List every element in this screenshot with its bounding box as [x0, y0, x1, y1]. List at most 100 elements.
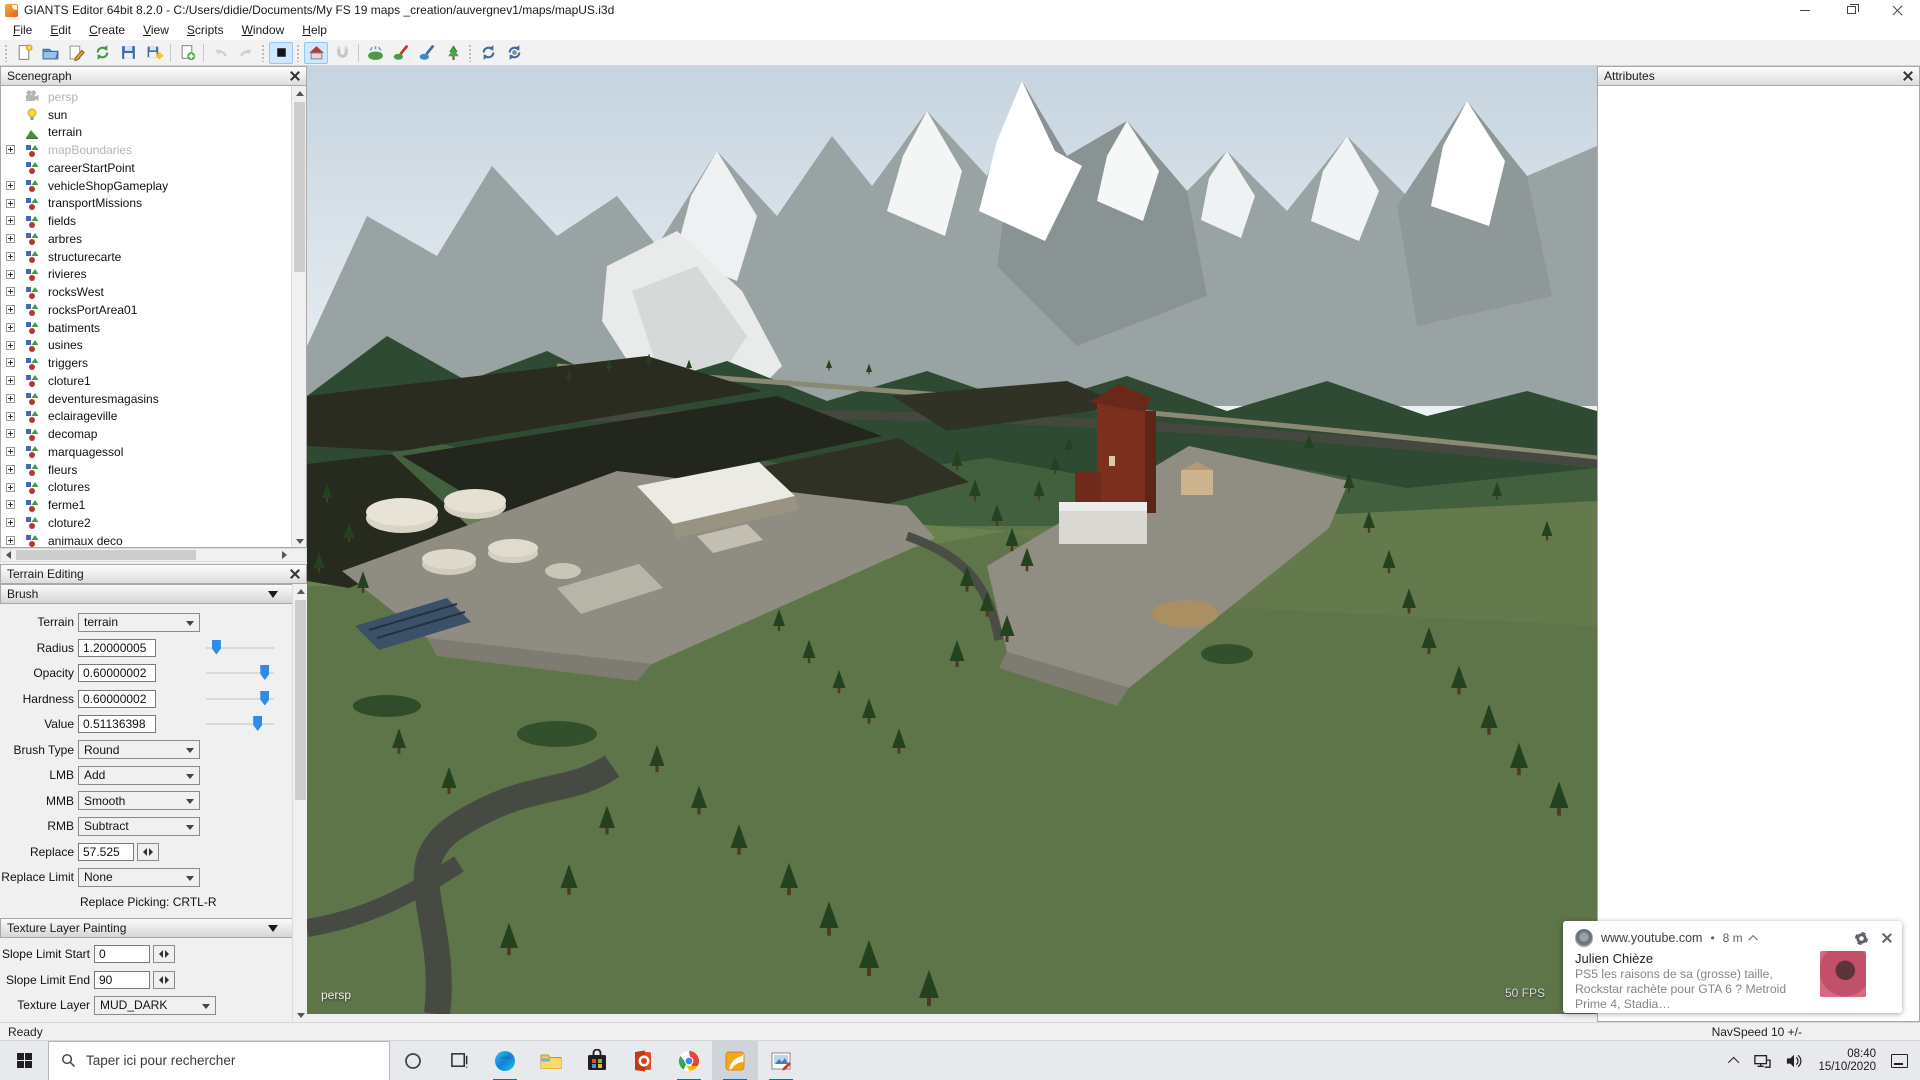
chrome-notification[interactable]: www.youtube.com • 8 m Julien Chièze PS5 … [1563, 921, 1902, 1013]
scenegraph-close-icon[interactable] [290, 71, 300, 81]
expand-icon[interactable] [6, 181, 15, 190]
viewport-3d[interactable]: persp 50 FPS [307, 66, 1597, 1014]
save-button[interactable] [116, 42, 140, 64]
taskbar-app-chrome[interactable] [666, 1041, 712, 1080]
menu-view[interactable]: View [134, 21, 178, 39]
tree-item-persp[interactable]: persp [1, 88, 291, 106]
tree-item-marquagessol[interactable]: marquagessol [1, 443, 291, 461]
tree-item-vehicleShopGameplay[interactable]: vehicleShopGameplay [1, 177, 291, 195]
magnet-tool-button[interactable] [330, 42, 354, 64]
terrain-select[interactable]: terrain [78, 613, 200, 632]
expand-icon[interactable] [6, 376, 15, 385]
slope-limit-end-input[interactable]: 90 [94, 971, 150, 989]
replace-limit-select[interactable]: None [78, 868, 200, 887]
expand-icon[interactable] [6, 199, 15, 208]
tree-item-transportMissions[interactable]: transportMissions [1, 195, 291, 213]
tree-item-careerStartPoint[interactable]: careerStartPoint [1, 159, 291, 177]
expand-icon[interactable] [6, 252, 15, 261]
hardness-input[interactable]: 0.60000002 [78, 690, 156, 708]
taskbar-search[interactable]: Taper ici pour rechercher [48, 1041, 390, 1080]
expand-icon[interactable] [6, 341, 15, 350]
expand-icon[interactable] [6, 305, 15, 314]
script-editor-button[interactable] [64, 42, 88, 64]
new-file-button[interactable] [12, 42, 36, 64]
taskbar-app-store[interactable] [574, 1041, 620, 1080]
redo-button[interactable] [234, 42, 258, 64]
chevron-up-icon[interactable] [1748, 934, 1758, 944]
tree-item-usines[interactable]: usines [1, 337, 291, 355]
scenegraph-hscrollbar[interactable] [0, 548, 307, 562]
texture-layer-select[interactable]: MUD_DARK [94, 996, 216, 1015]
taskbar-app-explorer[interactable] [528, 1041, 574, 1080]
undo-button[interactable] [208, 42, 232, 64]
tree-item-fleurs[interactable]: fleurs [1, 461, 291, 479]
expand-icon[interactable] [6, 429, 15, 438]
menu-create[interactable]: Create [80, 21, 134, 39]
menu-edit[interactable]: Edit [41, 21, 80, 39]
replace-input[interactable]: 57.525 [78, 843, 134, 861]
slope-limit-start-input[interactable]: 0 [94, 945, 150, 963]
tree-item-ferme1[interactable]: ferme1 [1, 496, 291, 514]
spinner-control[interactable] [153, 971, 175, 989]
expand-icon[interactable] [6, 323, 15, 332]
expand-icon[interactable] [6, 518, 15, 527]
tray-chevron-button[interactable] [1724, 1041, 1746, 1080]
taskbar-app-giants-editor[interactable] [712, 1041, 758, 1080]
value-slider[interactable] [206, 715, 274, 733]
value-input[interactable]: 0.51136398 [78, 715, 156, 733]
texture-layer-painting-header[interactable]: Texture Layer Painting [0, 918, 307, 938]
tree-item-cloture2[interactable]: cloture2 [1, 514, 291, 532]
expand-icon[interactable] [6, 270, 15, 279]
lmb-select[interactable]: Add [78, 766, 200, 785]
tree-item-cloture1[interactable]: cloture1 [1, 372, 291, 390]
tree-item-rocksWest[interactable]: rocksWest [1, 283, 291, 301]
reload-scripts-button[interactable] [502, 42, 526, 64]
expand-icon[interactable] [6, 536, 15, 545]
expand-icon[interactable] [6, 412, 15, 421]
network-button[interactable] [1746, 1041, 1778, 1080]
tree-brush-button[interactable] [441, 42, 465, 64]
tree-item-sun[interactable]: sun [1, 106, 291, 124]
tree-item-animaux-deco[interactable]: animaux deco [1, 532, 291, 548]
tree-item-eclairageville[interactable]: eclairageville [1, 408, 291, 426]
cortana-button[interactable] [390, 1041, 436, 1080]
hardness-slider[interactable] [206, 690, 274, 708]
restore-button[interactable] [1828, 0, 1874, 20]
menu-help[interactable]: Help [293, 21, 336, 39]
import-plus-button[interactable] [175, 42, 199, 64]
terrain-editing-close-icon[interactable] [290, 569, 300, 579]
action-center-button[interactable] [1884, 1041, 1920, 1080]
open-folder-button[interactable] [38, 42, 62, 64]
mmb-select[interactable]: Smooth [78, 791, 200, 810]
home-tool-button[interactable] [304, 42, 328, 64]
tree-item-mapBoundaries[interactable]: mapBoundaries [1, 141, 291, 159]
tree-item-decomap[interactable]: decomap [1, 425, 291, 443]
terrain-paint-button[interactable] [389, 42, 413, 64]
expand-icon[interactable] [6, 287, 15, 296]
opacity-input[interactable]: 0.60000002 [78, 664, 156, 682]
taskbar-app-image-editor[interactable] [758, 1041, 804, 1080]
tray-clock[interactable]: 08:40 15/10/2020 [1810, 1048, 1884, 1074]
save-plus-button[interactable] [142, 42, 166, 64]
menu-file[interactable]: File [4, 21, 41, 39]
expand-icon[interactable] [6, 394, 15, 403]
taskbar-app-office[interactable] [620, 1041, 666, 1080]
volume-button[interactable] [1778, 1041, 1810, 1080]
expand-icon[interactable] [6, 145, 15, 154]
opacity-slider[interactable] [206, 664, 274, 682]
expand-icon[interactable] [6, 500, 15, 509]
tree-item-deventuresmagasins[interactable]: deventuresmagasins [1, 390, 291, 408]
radius-slider[interactable] [206, 639, 274, 657]
reload-shaders-button[interactable] [476, 42, 500, 64]
close-icon[interactable] [1882, 933, 1892, 943]
expand-icon[interactable] [6, 447, 15, 456]
tree-item-fields[interactable]: fields [1, 212, 291, 230]
minimize-button[interactable] [1782, 0, 1828, 20]
menu-scripts[interactable]: Scripts [178, 21, 233, 39]
tree-item-terrain[interactable]: terrain [1, 124, 291, 142]
radius-input[interactable]: 1.20000005 [78, 639, 156, 657]
foliage-paint-button[interactable] [415, 42, 439, 64]
spinner-control[interactable] [153, 945, 175, 963]
refresh-button[interactable] [90, 42, 114, 64]
terrain-editing-scrollbar[interactable] [292, 584, 307, 1022]
